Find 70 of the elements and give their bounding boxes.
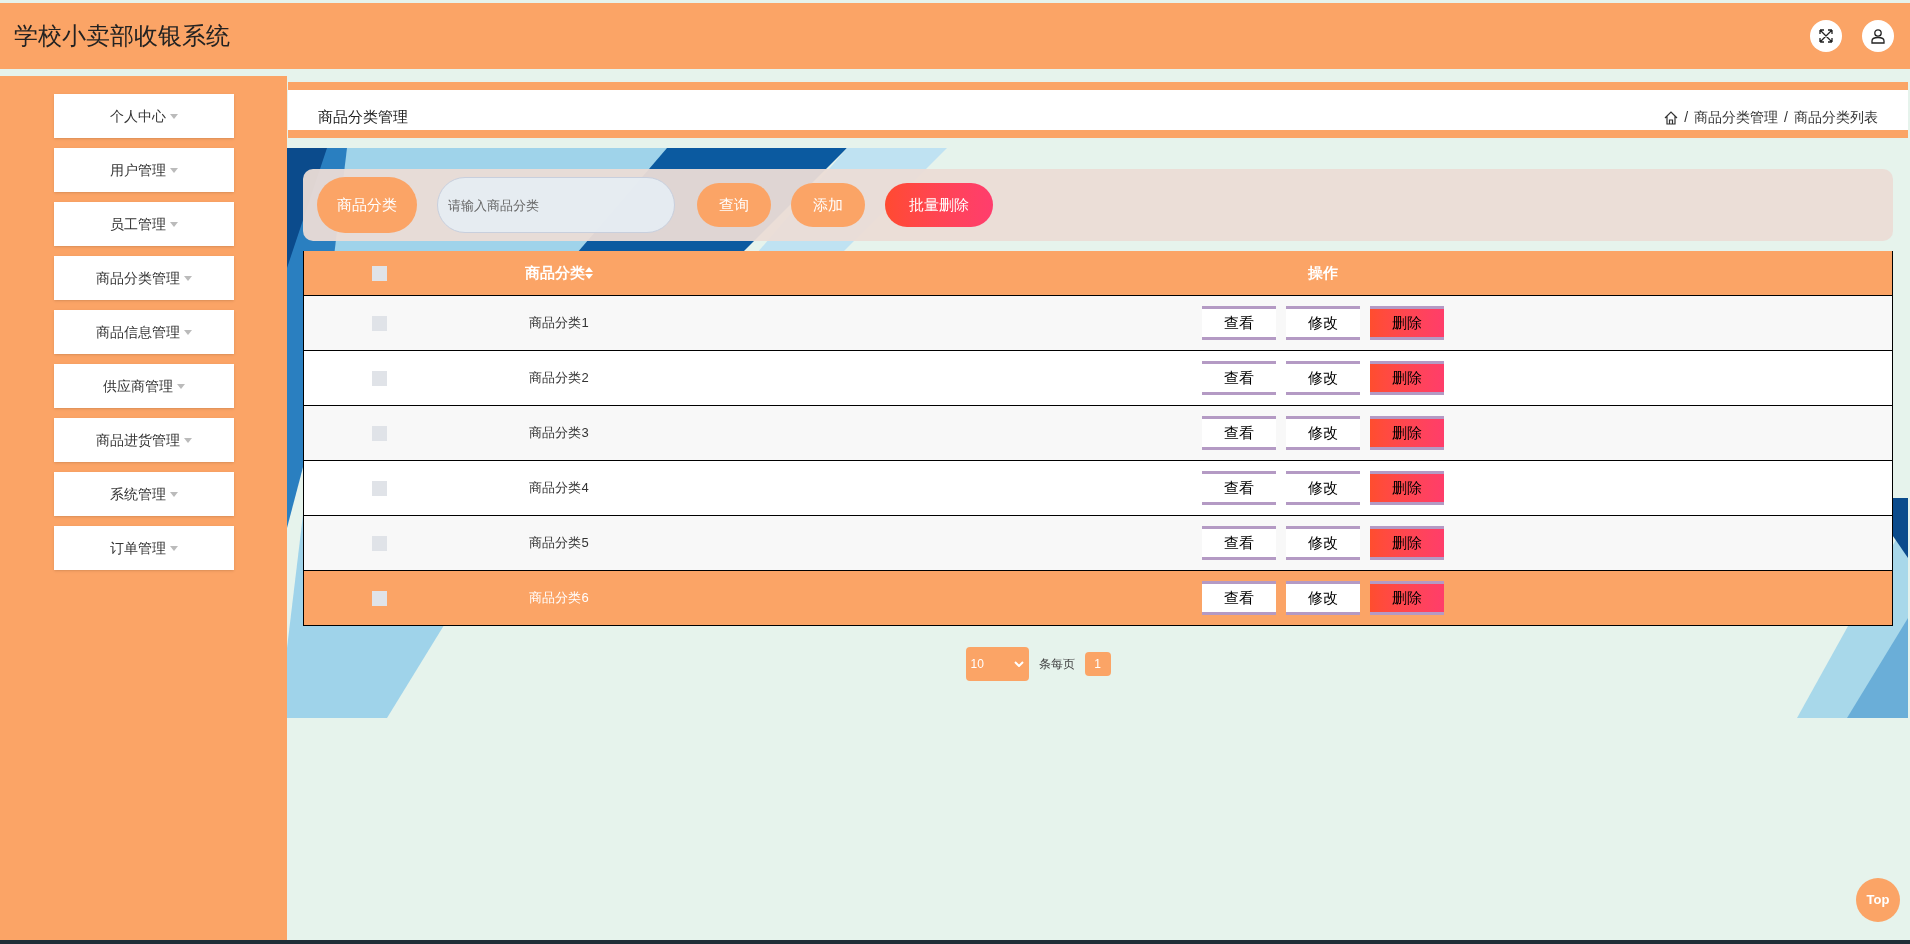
checkbox[interactable] [371, 590, 387, 606]
user-icon[interactable] [1862, 20, 1894, 52]
table-cell: 商品分类2 [529, 370, 589, 386]
sidebar-item[interactable]: 商品分类管理 [53, 256, 234, 300]
caret-icon [169, 167, 178, 173]
breadcrumb-separator: / [1784, 108, 1788, 127]
fullscreen-icon[interactable] [1810, 20, 1842, 52]
row-action-button[interactable]: 删除 [1370, 416, 1444, 450]
table-cell: 商品分类3 [529, 425, 589, 441]
column-header: 操作 [1308, 263, 1338, 281]
checkbox[interactable] [371, 265, 387, 281]
row-action-button[interactable]: 删除 [1370, 581, 1444, 615]
breadcrumb-link[interactable]: 商品分类管理 [1694, 107, 1779, 128]
checkbox[interactable] [371, 535, 387, 551]
row-action-button[interactable]: 修改 [1286, 581, 1360, 615]
row-action-button[interactable]: 删除 [1370, 526, 1444, 560]
caret-icon [169, 221, 178, 227]
chevron-down-icon [1013, 661, 1024, 667]
app-title: 学校小卖部收银系统 [14, 21, 230, 51]
caret-icon [183, 275, 192, 281]
sidebar-item[interactable]: 个人中心 [53, 94, 234, 138]
table-cell: 商品分类6 [529, 590, 589, 606]
sidebar-item[interactable]: 系统管理 [53, 472, 234, 516]
row-action-button[interactable]: 查看 [1202, 526, 1276, 560]
per-page-label: 条每页 [1038, 656, 1075, 673]
row-action-button[interactable]: 修改 [1286, 361, 1360, 395]
table-row[interactable]: 商品分类4 查看 修改 删除 [304, 460, 1892, 515]
home-icon[interactable] [1664, 110, 1679, 125]
row-action-button[interactable]: 修改 [1286, 416, 1360, 450]
caret-icon [169, 491, 178, 497]
page-title: 商品分类管理 [318, 106, 408, 127]
table-row[interactable]: 商品分类6 查看 修改 删除 [304, 570, 1892, 625]
checkbox[interactable] [371, 315, 387, 331]
row-action-button[interactable]: 删除 [1370, 306, 1444, 340]
row-action-button[interactable]: 查看 [1202, 416, 1276, 450]
row-action-button[interactable]: 修改 [1286, 526, 1360, 560]
breadcrumb-link[interactable]: 商品分类列表 [1794, 107, 1878, 128]
caret-icon [169, 113, 178, 119]
sidebar-item[interactable]: 供应商管理 [53, 364, 234, 408]
table-row[interactable]: 商品分类2 查看 修改 删除 [304, 350, 1892, 405]
row-action-button[interactable]: 查看 [1202, 581, 1276, 615]
row-action-button[interactable]: 修改 [1286, 306, 1360, 340]
table-cell: 商品分类5 [529, 535, 589, 551]
row-action-button[interactable]: 修改 [1286, 471, 1360, 505]
caret-icon [183, 437, 192, 443]
sidebar-item[interactable]: 员工管理 [53, 202, 234, 246]
sidebar-item[interactable]: 订单管理 [53, 526, 234, 570]
caret-icon [176, 383, 185, 389]
table-row[interactable]: 商品分类3 查看 修改 删除 [304, 405, 1892, 460]
row-action-button[interactable]: 查看 [1202, 471, 1276, 505]
search-label: 商品分类 [317, 177, 417, 233]
sidebar-item[interactable]: 商品信息管理 [53, 310, 234, 354]
row-action-button[interactable]: 查看 [1202, 306, 1276, 340]
sort-icon[interactable] [585, 267, 593, 279]
row-action-button[interactable]: 删除 [1370, 471, 1444, 505]
table-row[interactable]: 商品分类1 查看 修改 删除 [304, 295, 1892, 350]
sidebar-item[interactable]: 商品进货管理 [53, 418, 234, 462]
search-field[interactable]: 请输入商品分类 [437, 177, 675, 233]
row-action-button[interactable]: 删除 [1370, 361, 1444, 395]
caret-icon [183, 329, 192, 335]
checkbox[interactable] [371, 480, 387, 496]
sidebar-item[interactable]: 用户管理 [53, 148, 234, 192]
row-action-button[interactable]: 查看 [1202, 361, 1276, 395]
table-cell: 商品分类1 [529, 315, 589, 331]
breadcrumb-separator: / [1684, 108, 1689, 127]
checkbox[interactable] [371, 370, 387, 386]
table-row[interactable]: 商品分类5 查看 修改 删除 [304, 515, 1892, 570]
caret-icon [169, 545, 178, 551]
checkbox[interactable] [371, 425, 387, 441]
table-cell: 商品分类4 [529, 480, 589, 496]
